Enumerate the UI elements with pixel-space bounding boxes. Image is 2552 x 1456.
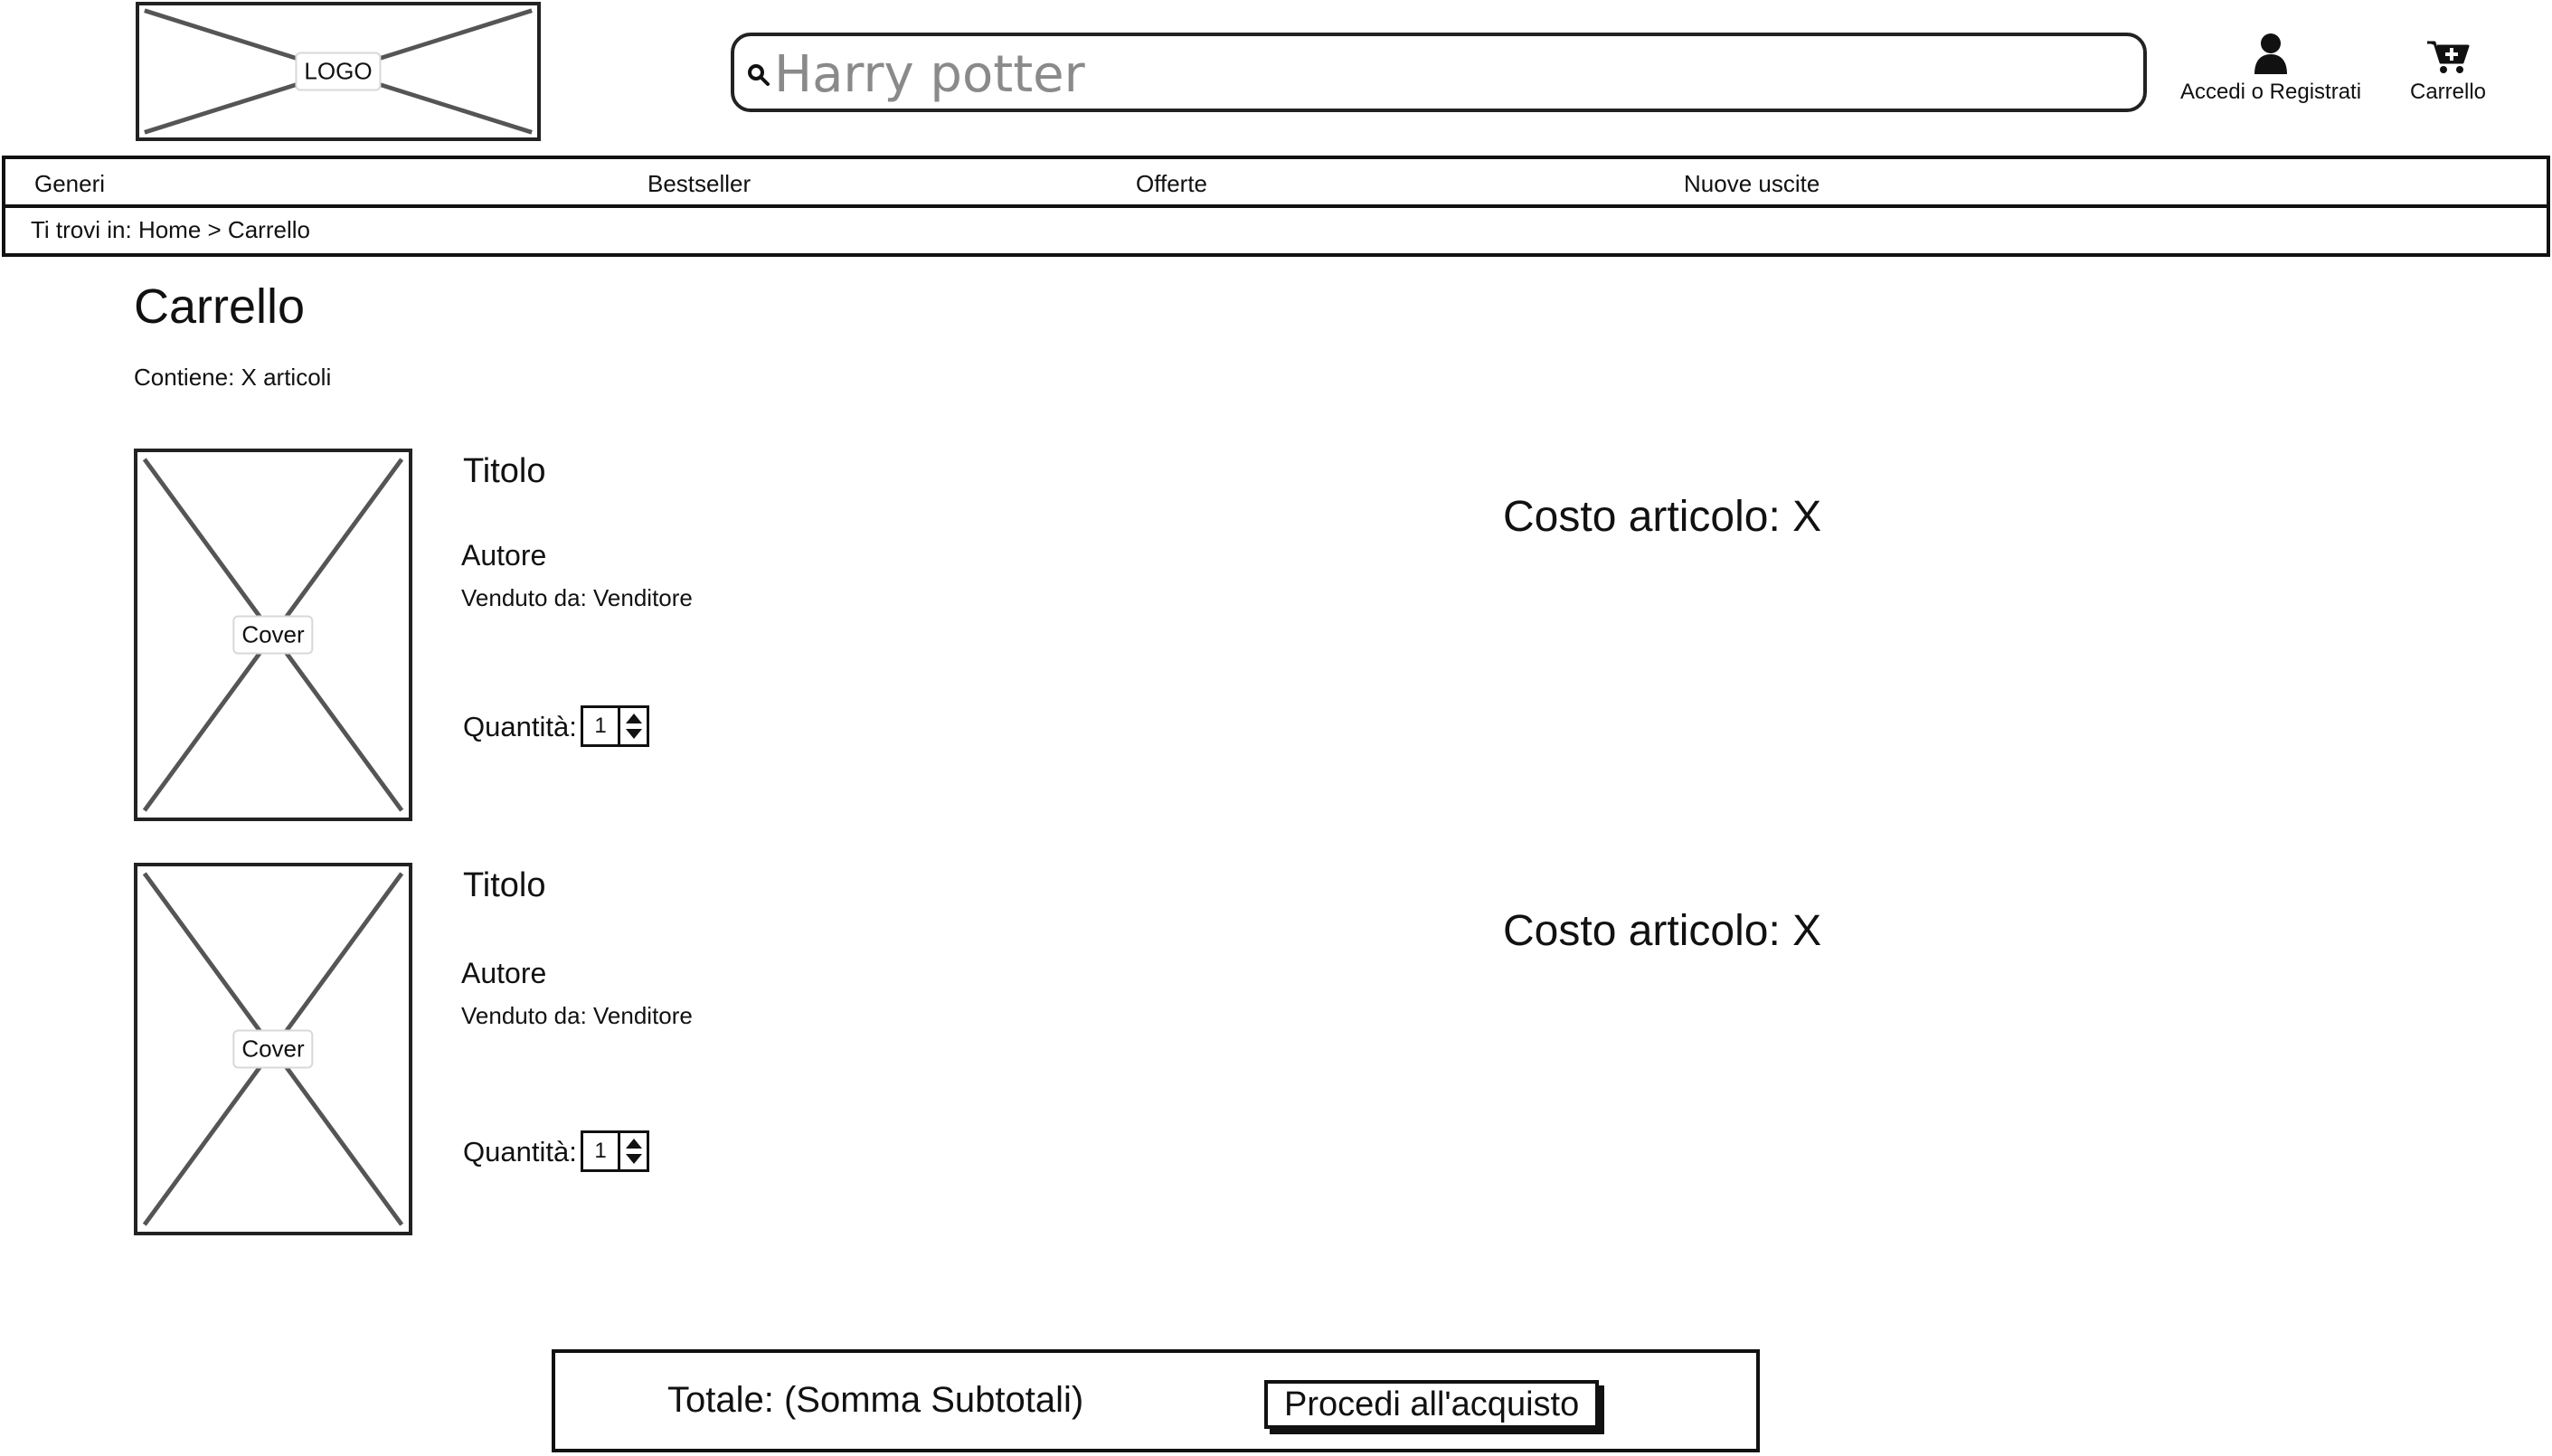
breadcrumb-text: Ti trovi in: Home > Carrello (31, 216, 310, 243)
main-nav: Generi Bestseller Offerte Nuove uscite (2, 156, 2550, 208)
account-button[interactable]: Accedi o Registrati (2167, 33, 2375, 105)
cover-label: Cover (232, 615, 314, 655)
nav-item-generi[interactable]: Generi (34, 170, 105, 198)
stepper-arrows-icon[interactable] (620, 708, 647, 744)
search-bar[interactable] (731, 33, 2147, 112)
cart-button[interactable]: Carrello (2393, 38, 2503, 105)
nav-item-offerte[interactable]: Offerte (1136, 170, 1207, 198)
cart-item-count: Contiene: X articoli (134, 364, 332, 391)
breadcrumb: Ti trovi in: Home > Carrello (2, 208, 2550, 257)
quantity-label: Quantità: (463, 711, 577, 742)
cart-add-icon (2427, 41, 2470, 73)
quantity-label: Quantità: (463, 1136, 577, 1168)
quantity-stepper[interactable]: 1 (581, 1130, 649, 1172)
book-cover[interactable]: Cover (134, 863, 412, 1235)
item-price: Costo articolo: X (1503, 907, 1822, 955)
nav-item-bestseller[interactable]: Bestseller (647, 170, 751, 198)
item-title[interactable]: Titolo (463, 452, 546, 491)
order-summary: Totale: (Somma Subtotali) Procedi all'ac… (552, 1349, 1760, 1452)
item-price: Costo articolo: X (1503, 493, 1822, 541)
total-label: Totale: (Somma Subtotali) (667, 1380, 1084, 1420)
account-label: Accedi o Registrati (2179, 80, 2362, 104)
cover-label: Cover (232, 1029, 314, 1069)
book-cover[interactable]: Cover (134, 449, 412, 821)
search-icon (748, 64, 770, 86)
logo[interactable]: LOGO (136, 2, 541, 141)
cart-label: Carrello (2409, 80, 2487, 104)
search-input[interactable] (772, 42, 2114, 107)
stepper-arrows-icon[interactable] (620, 1133, 647, 1169)
item-author: Autore (461, 539, 547, 572)
page-title: Carrello (134, 279, 306, 334)
item-seller: Venduto da: Venditore (461, 584, 693, 611)
item-author: Autore (461, 957, 547, 989)
quantity-value[interactable]: 1 (583, 708, 620, 744)
item-title[interactable]: Titolo (463, 866, 546, 905)
nav-item-nuove-uscite[interactable]: Nuove uscite (1684, 170, 1819, 198)
user-icon (2254, 33, 2287, 74)
item-seller: Venduto da: Venditore (461, 1002, 693, 1029)
checkout-button[interactable]: Procedi all'acquisto (1264, 1380, 1600, 1429)
quantity-value[interactable]: 1 (583, 1133, 620, 1169)
logo-label: LOGO (295, 52, 382, 91)
quantity-stepper[interactable]: 1 (581, 705, 649, 747)
